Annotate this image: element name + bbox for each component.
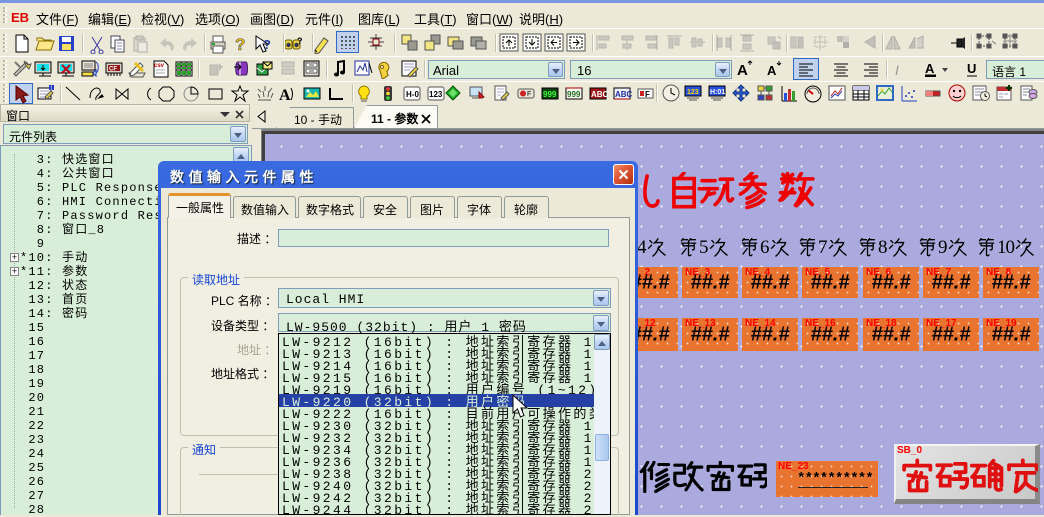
svg-text:H:01: H:01	[710, 89, 725, 96]
svg-text:U: U	[967, 61, 976, 76]
svg-text:F: F	[527, 91, 531, 98]
svg-text:ABC: ABC	[615, 90, 633, 99]
svg-text:csv: csv	[154, 63, 165, 69]
svg-text:F: F	[645, 90, 650, 99]
svg-text:CF: CF	[109, 67, 117, 73]
svg-text:A: A	[767, 63, 777, 78]
svg-text:ABC: ABC	[591, 90, 609, 99]
svg-text:999: 999	[567, 90, 581, 99]
svg-text:?: ?	[235, 35, 245, 54]
svg-text:?: ?	[297, 36, 303, 46]
svg-text:999: 999	[543, 90, 557, 99]
svg-text:A: A	[925, 61, 935, 76]
svg-text:123: 123	[429, 90, 443, 99]
svg-text:A: A	[737, 62, 748, 79]
svg-text:1: 1	[50, 86, 53, 92]
svg-text:?: ?	[263, 37, 271, 52]
svg-text:123: 123	[687, 89, 699, 96]
svg-text:A: A	[279, 87, 291, 104]
svg-text:H-0: H-0	[406, 90, 419, 99]
svg-text:I: I	[895, 62, 899, 78]
